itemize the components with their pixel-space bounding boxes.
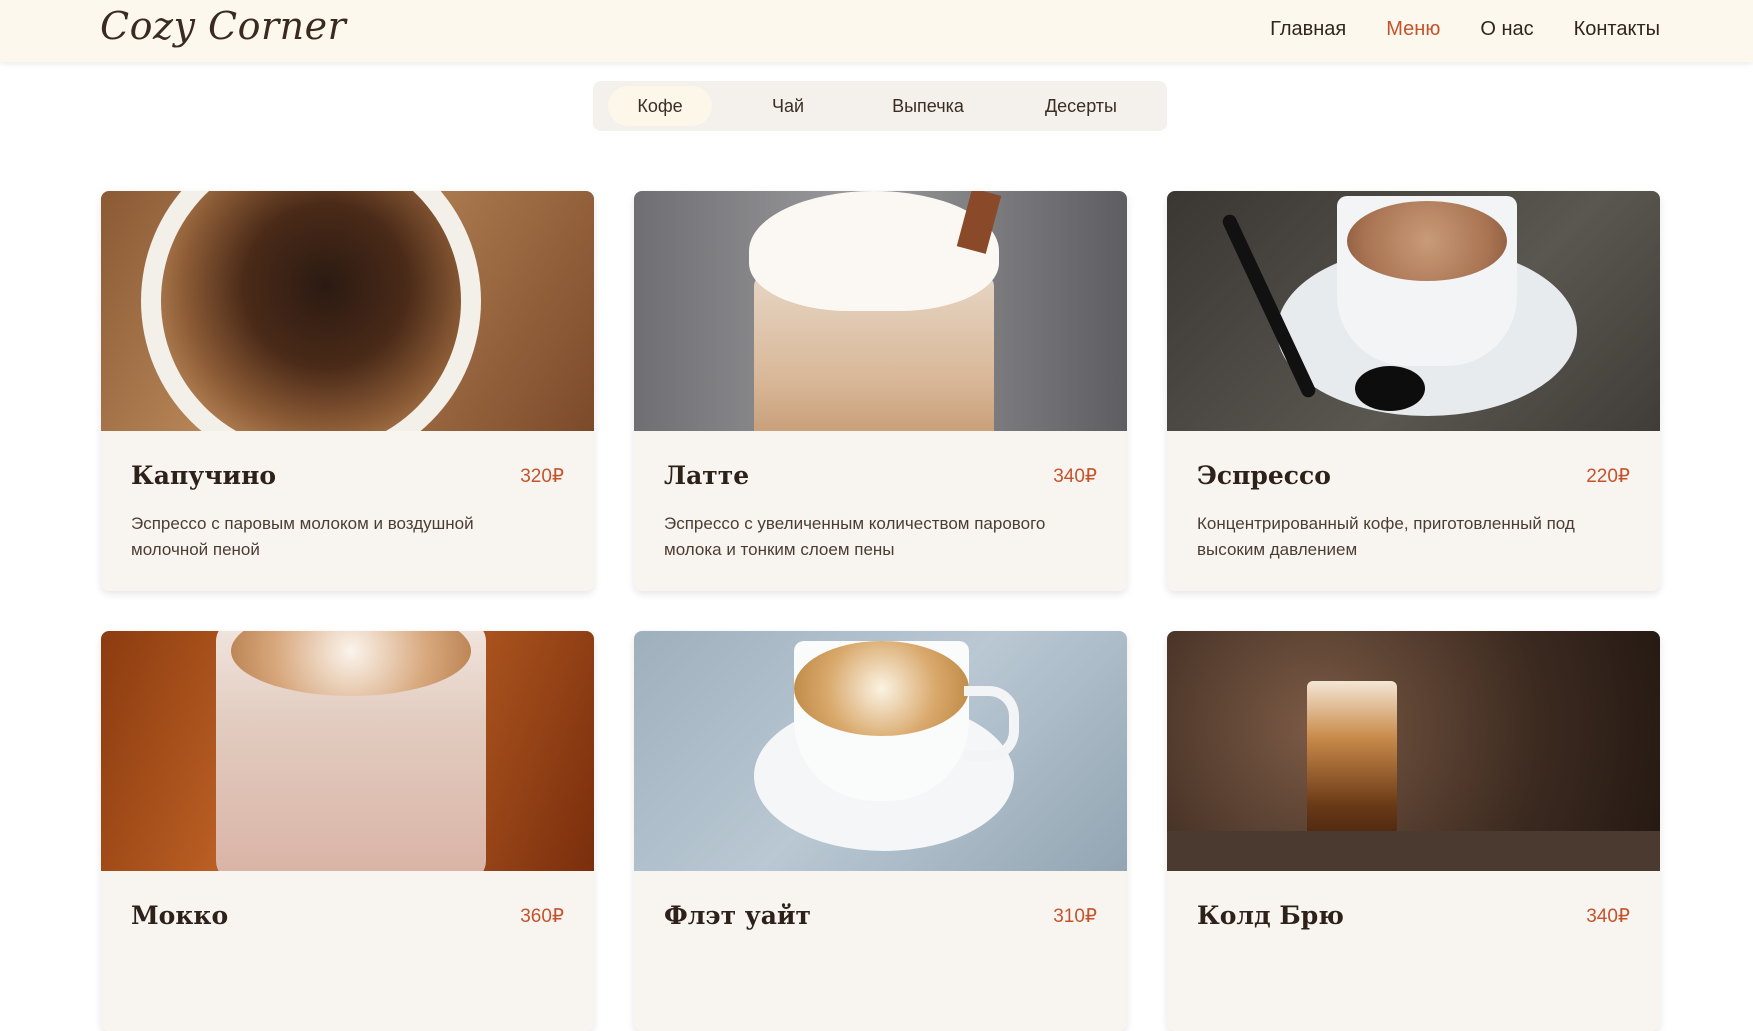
main-nav: Главная Меню О нас Контакты xyxy=(1270,18,1660,41)
nav-item-about[interactable]: О нас xyxy=(1480,18,1533,41)
item-name: Латте xyxy=(664,461,750,490)
cold-brew-photo xyxy=(1167,631,1660,871)
item-name: Мокко xyxy=(131,901,229,930)
site-header: Cozy Corner Главная Меню О нас Контакты xyxy=(0,0,1753,62)
cappuccino-photo xyxy=(101,191,594,431)
menu-card[interactable]: Латте 340₽ Эспрессо с увеличенным количе… xyxy=(634,191,1127,591)
latte-photo xyxy=(634,191,1127,431)
category-tabs: Кофе Чай Выпечка Десерты xyxy=(593,81,1167,131)
espresso-photo xyxy=(1167,191,1660,431)
card-body: Латте 340₽ Эспрессо с увеличенным количе… xyxy=(634,431,1127,591)
menu-card[interactable]: Колд Брю 340₽ xyxy=(1167,631,1660,1031)
menu-card[interactable]: Эспрессо 220₽ Концентрированный кофе, пр… xyxy=(1167,191,1660,591)
item-price: 340₽ xyxy=(1053,466,1097,487)
card-body: Колд Брю 340₽ xyxy=(1167,871,1660,1031)
nav-item-contacts[interactable]: Контакты xyxy=(1574,18,1660,41)
nav-item-menu[interactable]: Меню xyxy=(1386,18,1440,41)
tab-desserts[interactable]: Десерты xyxy=(1011,86,1151,126)
mocha-photo xyxy=(101,631,594,871)
card-body: Флэт уайт 310₽ xyxy=(634,871,1127,1031)
tab-tea[interactable]: Чай xyxy=(728,86,848,126)
logo[interactable]: Cozy Corner xyxy=(100,4,346,48)
tab-coffee[interactable]: Кофе xyxy=(608,86,712,126)
item-name: Капучино xyxy=(131,461,277,490)
card-body: Мокко 360₽ xyxy=(101,871,594,1031)
item-description: Эспрессо с паровым молоком и воздушной м… xyxy=(131,514,474,559)
menu-card[interactable]: Мокко 360₽ xyxy=(101,631,594,1031)
item-name: Флэт уайт xyxy=(664,901,811,930)
item-price: 220₽ xyxy=(1586,466,1630,487)
card-body: Капучино 320₽ Эспрессо с паровым молоком… xyxy=(101,431,594,591)
flat-white-photo xyxy=(634,631,1127,871)
menu-card[interactable]: Флэт уайт 310₽ xyxy=(634,631,1127,1031)
item-name: Эспрессо xyxy=(1197,461,1331,490)
item-price: 320₽ xyxy=(520,466,564,487)
item-price: 310₽ xyxy=(1053,906,1097,927)
item-name: Колд Брю xyxy=(1197,901,1344,930)
item-description: Эспрессо с увеличенным количеством паров… xyxy=(664,514,1046,559)
tab-pastry[interactable]: Выпечка xyxy=(868,86,988,126)
menu-card[interactable]: Капучино 320₽ Эспрессо с паровым молоком… xyxy=(101,191,594,591)
nav-item-home[interactable]: Главная xyxy=(1270,18,1346,41)
item-price: 360₽ xyxy=(520,906,564,927)
item-price: 340₽ xyxy=(1586,906,1630,927)
item-description: Концентрированный кофе, приготовленный п… xyxy=(1197,514,1575,559)
card-body: Эспрессо 220₽ Концентрированный кофе, пр… xyxy=(1167,431,1660,591)
